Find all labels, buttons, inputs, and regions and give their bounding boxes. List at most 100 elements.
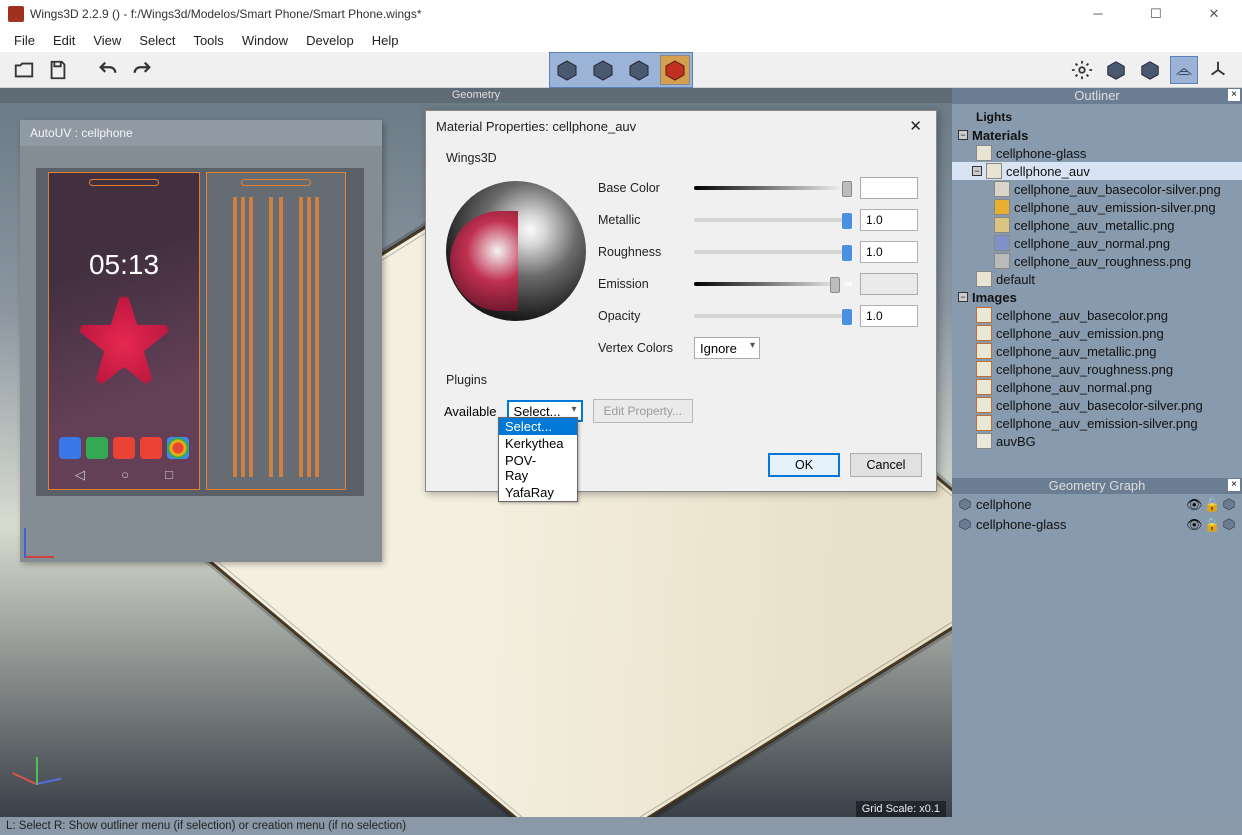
base-color-slider[interactable] — [694, 180, 852, 196]
axes-icon[interactable] — [1204, 56, 1232, 84]
ground-plane-icon[interactable] — [1170, 56, 1198, 84]
visibility-icon[interactable]: 👁 — [1186, 497, 1200, 511]
metallic-input[interactable] — [860, 209, 918, 231]
autouv-viewport[interactable]: 05:13 ◁○□ — [20, 146, 382, 562]
opacity-input[interactable] — [860, 305, 918, 327]
settings-icon[interactable] — [1068, 56, 1096, 84]
outliner-material-item-selected[interactable]: − cellphone_auv — [952, 162, 1242, 180]
open-icon[interactable] — [10, 56, 38, 84]
outliner-image-item[interactable]: cellphone_auv_metallic.png — [952, 342, 1242, 360]
uv-island-front[interactable]: 05:13 ◁○□ — [48, 172, 200, 490]
menu-file[interactable]: File — [6, 31, 43, 50]
menu-develop[interactable]: Develop — [298, 31, 362, 50]
app-icon — [167, 437, 189, 459]
menu-view[interactable]: View — [85, 31, 129, 50]
edge-mode-button[interactable] — [588, 55, 618, 85]
window-title: Wings3D 2.2.9 () - f:/Wings3d/Modelos/Sm… — [30, 7, 1078, 21]
outliner-image-item[interactable]: cellphone_auv_emission-silver.png — [952, 414, 1242, 432]
vertex-mode-button[interactable] — [552, 55, 582, 85]
outliner-material-item[interactable]: cellphone-glass — [952, 144, 1242, 162]
window-titlebar: Wings3D 2.2.9 () - f:/Wings3d/Modelos/Sm… — [0, 0, 1242, 28]
app-icon — [113, 437, 135, 459]
outliner-images-header[interactable]: − Images — [952, 288, 1242, 306]
autouv-window[interactable]: AutoUV : cellphone 05:13 ◁○□ — [20, 120, 382, 562]
outliner-title: Outliner × — [952, 88, 1242, 104]
redo-icon[interactable] — [128, 56, 156, 84]
app-icon — [59, 437, 81, 459]
menu-select[interactable]: Select — [131, 31, 183, 50]
object-icon — [958, 497, 972, 511]
window-maximize-button[interactable]: ☐ — [1136, 6, 1176, 22]
plugin-option[interactable]: POV-Ray — [499, 452, 577, 484]
toolbar — [0, 52, 1242, 88]
outliner-image-item[interactable]: cellphone_auv_basecolor-silver.png — [952, 396, 1242, 414]
outliner-image-item[interactable]: cellphone_auv_emission.png — [952, 324, 1242, 342]
uv-clock-text: 05:13 — [49, 249, 199, 281]
outliner-texture-item[interactable]: cellphone_auv_roughness.png — [952, 252, 1242, 270]
shade-smooth-icon[interactable] — [1136, 56, 1164, 84]
ok-button[interactable]: OK — [768, 453, 840, 477]
collapse-toggle-icon[interactable]: − — [958, 292, 968, 302]
undo-icon[interactable] — [94, 56, 122, 84]
emission-swatch[interactable] — [860, 273, 918, 295]
flower-icon — [69, 283, 179, 403]
roughness-label: Roughness — [598, 245, 686, 259]
wire-icon[interactable] — [1222, 497, 1236, 511]
grid-scale-label: Grid Scale: x0.1 — [856, 801, 946, 817]
base-color-swatch[interactable] — [860, 177, 918, 199]
outliner-image-item[interactable]: auvBG — [952, 432, 1242, 450]
visibility-icon[interactable]: 👁 — [1186, 517, 1200, 531]
menu-edit[interactable]: Edit — [45, 31, 83, 50]
status-bar: L: Select R: Show outliner menu (if sele… — [0, 817, 1242, 835]
roughness-slider[interactable] — [694, 244, 852, 260]
geometry-graph-item[interactable]: cellphone 👁 🔒 — [952, 494, 1242, 514]
collapse-toggle-icon[interactable]: − — [972, 166, 982, 176]
window-minimize-button[interactable]: ─ — [1078, 6, 1118, 22]
uv-island-back[interactable] — [206, 172, 346, 490]
app-icon — [86, 437, 108, 459]
dialog-group-label: Wings3D — [446, 151, 922, 165]
plugin-option[interactable]: Select... — [499, 418, 577, 435]
menu-window[interactable]: Window — [234, 31, 296, 50]
autouv-title[interactable]: AutoUV : cellphone — [20, 120, 382, 146]
window-close-button[interactable]: ✕ — [1194, 6, 1234, 22]
wire-icon[interactable] — [1222, 517, 1236, 531]
outliner-texture-item[interactable]: cellphone_auv_emission-silver.png — [952, 198, 1242, 216]
plugin-option[interactable]: YafaRay — [499, 484, 577, 501]
outliner-image-item[interactable]: cellphone_auv_normal.png — [952, 378, 1242, 396]
roughness-input[interactable] — [860, 241, 918, 263]
dialog-titlebar[interactable]: Material Properties: cellphone_auv ✕ — [426, 111, 936, 141]
dialog-close-button[interactable]: ✕ — [905, 117, 926, 135]
metallic-slider[interactable] — [694, 212, 852, 228]
outliner-image-item[interactable]: cellphone_auv_roughness.png — [952, 360, 1242, 378]
viewport-axis-gizmo — [16, 755, 66, 805]
emission-slider[interactable] — [694, 276, 852, 292]
plugin-option[interactable]: Kerkythea — [499, 435, 577, 452]
cancel-button[interactable]: Cancel — [850, 453, 922, 477]
menu-help[interactable]: Help — [364, 31, 407, 50]
save-icon[interactable] — [44, 56, 72, 84]
lock-icon[interactable]: 🔒 — [1204, 497, 1218, 511]
outliner-material-item[interactable]: default — [952, 270, 1242, 288]
opacity-slider[interactable] — [694, 308, 852, 324]
collapse-toggle-icon[interactable]: − — [958, 130, 968, 140]
outliner-texture-item[interactable]: cellphone_auv_basecolor-silver.png — [952, 180, 1242, 198]
outliner-lights-header[interactable]: Lights — [952, 108, 1242, 126]
lock-icon[interactable]: 🔒 — [1204, 517, 1218, 531]
dialog-title-text: Material Properties: cellphone_auv — [436, 119, 636, 134]
menu-tools[interactable]: Tools — [185, 31, 231, 50]
outliner-texture-item[interactable]: cellphone_auv_metallic.png — [952, 216, 1242, 234]
geometry-graph-close-button[interactable]: × — [1228, 479, 1240, 491]
outliner-image-item[interactable]: cellphone_auv_basecolor.png — [952, 306, 1242, 324]
geometry-graph-item[interactable]: cellphone-glass 👁 🔒 — [952, 514, 1242, 534]
outliner-texture-item[interactable]: cellphone_auv_normal.png — [952, 234, 1242, 252]
outliner-close-button[interactable]: × — [1228, 89, 1240, 101]
outliner-materials-header[interactable]: − Materials — [952, 126, 1242, 144]
body-mode-button[interactable] — [660, 55, 690, 85]
face-mode-button[interactable] — [624, 55, 654, 85]
opacity-label: Opacity — [598, 309, 686, 323]
geometry-graph-title: Geometry Graph × — [952, 478, 1242, 494]
uv-axis-gizmo — [24, 518, 64, 558]
vertex-colors-dropdown[interactable]: Ignore — [694, 337, 760, 359]
shade-flat-icon[interactable] — [1102, 56, 1130, 84]
